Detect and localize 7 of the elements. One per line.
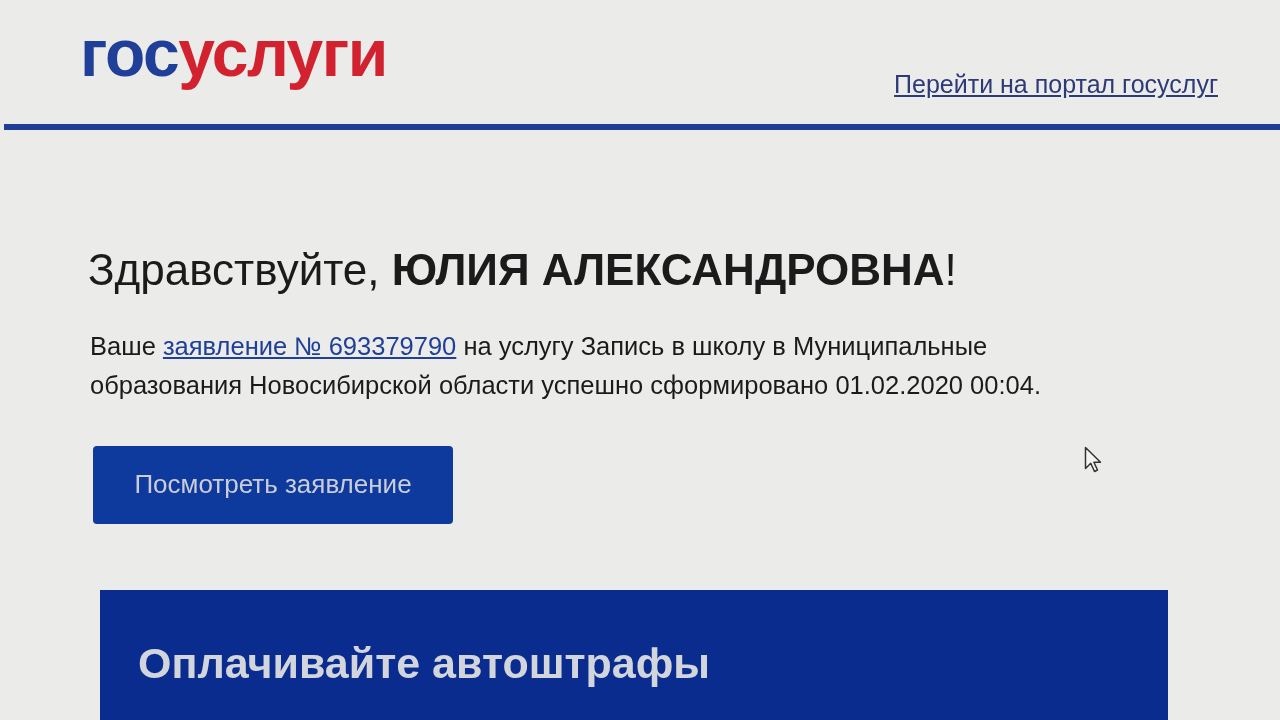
- cursor-icon: [1084, 446, 1102, 473]
- promo-title: Оплачивайте автоштрафы: [138, 637, 712, 689]
- notification-text: Ваше заявление № 693379790 на услугу Запись в школу в Муниципальные образования Новосибирской области успешно сформировано 01.02.2020 00:04.: [90, 330, 1042, 402]
- application-link[interactable]: заявление № 693379790: [162, 331, 457, 360]
- portal-link[interactable]: Перейти на портал госуслуг: [894, 66, 1218, 104]
- greeting-heading: Здравствуйте, ЮЛИЯ АЛЕКСАНДРОВНА!: [88, 244, 958, 296]
- view-application-button[interactable]: Посмотреть заявление: [93, 445, 453, 524]
